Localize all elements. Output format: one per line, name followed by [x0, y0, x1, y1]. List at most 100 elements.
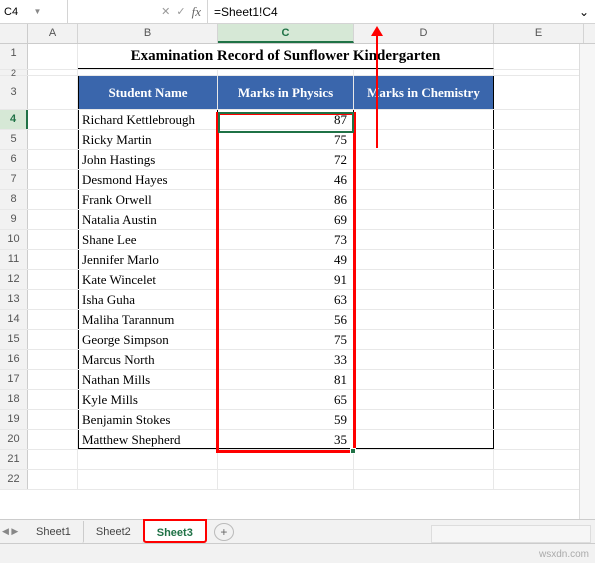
cell[interactable] [28, 76, 78, 109]
new-sheet-button[interactable]: + [214, 523, 234, 541]
cell[interactable] [28, 470, 78, 489]
row-header[interactable]: 7 [0, 170, 28, 189]
cell[interactable] [494, 350, 584, 369]
cell-physics[interactable]: 72 [218, 150, 354, 169]
tab-sheet2[interactable]: Sheet2 [84, 521, 144, 543]
row-header[interactable]: 9 [0, 210, 28, 229]
cell[interactable] [218, 450, 354, 469]
row-header[interactable]: 4 [0, 110, 28, 129]
cell-chemistry[interactable] [354, 310, 494, 329]
row-header[interactable]: 6 [0, 150, 28, 169]
row-header[interactable]: 20 [0, 430, 28, 449]
cell[interactable] [28, 310, 78, 329]
cell[interactable] [28, 44, 78, 69]
cell[interactable] [28, 350, 78, 369]
cell-physics[interactable]: 59 [218, 410, 354, 429]
cell-physics[interactable]: 86 [218, 190, 354, 209]
cell[interactable] [28, 70, 78, 75]
cell[interactable] [354, 450, 494, 469]
cell-chemistry[interactable] [354, 270, 494, 289]
cell-chemistry[interactable] [354, 390, 494, 409]
cell-student-name[interactable]: Isha Guha [78, 290, 218, 309]
cell-chemistry[interactable] [354, 230, 494, 249]
formula-input[interactable]: =Sheet1!C4 [208, 0, 579, 23]
cell-chemistry[interactable] [354, 130, 494, 149]
cell[interactable] [494, 130, 584, 149]
cell[interactable] [494, 70, 584, 75]
cell[interactable] [28, 210, 78, 229]
cell-chemistry[interactable] [354, 330, 494, 349]
cell[interactable] [494, 330, 584, 349]
cell-physics[interactable]: 87 [218, 110, 354, 129]
tab-sheet3[interactable]: Sheet3 [144, 520, 206, 542]
cell-student-name[interactable]: Maliha Tarannum [78, 310, 218, 329]
cell-chemistry[interactable] [354, 190, 494, 209]
row-header[interactable]: 2 [0, 70, 28, 75]
row-header[interactable]: 10 [0, 230, 28, 249]
cell-student-name[interactable]: John Hastings [78, 150, 218, 169]
cell-chemistry[interactable] [354, 210, 494, 229]
cell[interactable] [28, 190, 78, 209]
cell-chemistry[interactable] [354, 290, 494, 309]
row-header[interactable]: 11 [0, 250, 28, 269]
cell-student-name[interactable]: Natalia Austin [78, 210, 218, 229]
vertical-scrollbar[interactable] [579, 44, 595, 519]
cell[interactable] [28, 270, 78, 289]
cell[interactable] [494, 290, 584, 309]
cell-student-name[interactable]: Jennifer Marlo [78, 250, 218, 269]
cell-physics[interactable]: 75 [218, 330, 354, 349]
cell-physics[interactable]: 65 [218, 390, 354, 409]
col-header-b[interactable]: B [78, 24, 218, 43]
col-header-c[interactable]: C [218, 24, 354, 43]
row-header[interactable]: 15 [0, 330, 28, 349]
cell[interactable] [28, 110, 78, 129]
cell[interactable] [218, 470, 354, 489]
row-header[interactable]: 22 [0, 470, 28, 489]
row-header[interactable]: 3 [0, 76, 28, 109]
cell[interactable] [28, 330, 78, 349]
tab-nav-arrows[interactable]: ◀ ▶ [2, 526, 18, 537]
cell[interactable] [28, 130, 78, 149]
cell[interactable] [28, 450, 78, 469]
cell[interactable] [494, 150, 584, 169]
cell-student-name[interactable]: Shane Lee [78, 230, 218, 249]
cell[interactable] [494, 230, 584, 249]
cell-student-name[interactable]: Frank Orwell [78, 190, 218, 209]
cell[interactable] [28, 250, 78, 269]
cell[interactable] [28, 430, 78, 449]
cell[interactable] [494, 310, 584, 329]
expand-formula-icon[interactable]: ⌄ [579, 5, 595, 19]
cell-physics[interactable]: 35 [218, 430, 354, 449]
row-header[interactable]: 19 [0, 410, 28, 429]
cell[interactable] [28, 410, 78, 429]
cell-physics[interactable]: 63 [218, 290, 354, 309]
cell-physics[interactable]: 91 [218, 270, 354, 289]
cell[interactable] [28, 290, 78, 309]
name-box[interactable]: C4 ▼ [0, 0, 68, 23]
cell[interactable] [28, 150, 78, 169]
title-cell[interactable]: Examination Record of Sunflower Kinderga… [78, 44, 494, 69]
cell[interactable] [494, 190, 584, 209]
cell[interactable] [218, 70, 354, 75]
cell-student-name[interactable]: Richard Kettlebrough [78, 110, 218, 129]
header-student[interactable]: Student Name [78, 76, 218, 109]
cell[interactable] [28, 230, 78, 249]
cell[interactable] [494, 410, 584, 429]
accept-icon[interactable]: ✓ [176, 5, 185, 18]
cell[interactable] [78, 470, 218, 489]
cell-chemistry[interactable] [354, 110, 494, 129]
cell[interactable] [494, 370, 584, 389]
cell-physics[interactable]: 33 [218, 350, 354, 369]
cell-student-name[interactable]: Ricky Martin [78, 130, 218, 149]
cell-student-name[interactable]: Desmond Hayes [78, 170, 218, 189]
row-header[interactable]: 21 [0, 450, 28, 469]
cell-chemistry[interactable] [354, 350, 494, 369]
cell-physics[interactable]: 75 [218, 130, 354, 149]
row-header[interactable]: 5 [0, 130, 28, 149]
select-all-corner[interactable] [0, 24, 28, 43]
cell[interactable] [28, 370, 78, 389]
cell[interactable] [494, 210, 584, 229]
cell[interactable] [494, 450, 584, 469]
fill-handle[interactable] [350, 448, 356, 454]
cell-chemistry[interactable] [354, 170, 494, 189]
